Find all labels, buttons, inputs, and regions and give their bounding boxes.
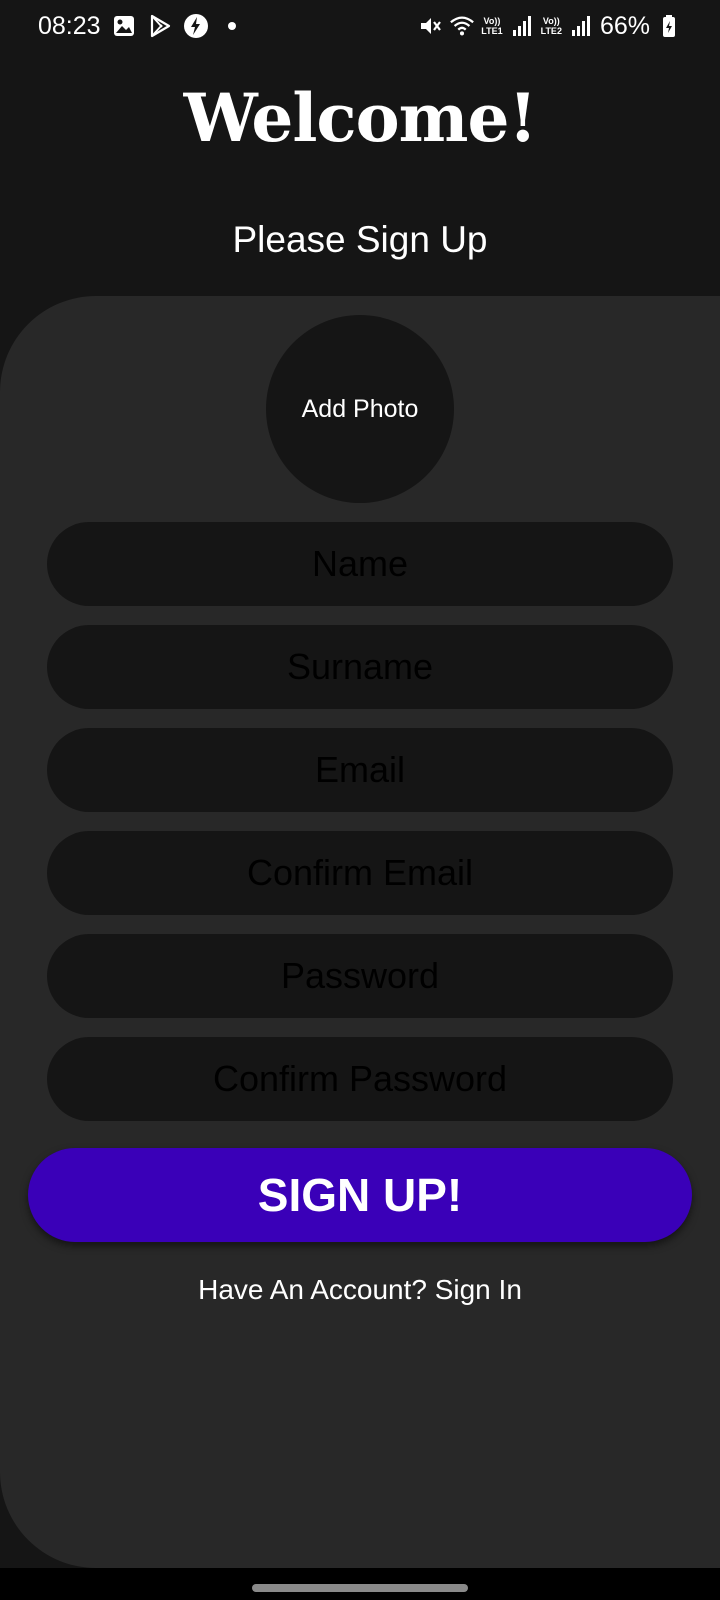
sim1-network: LTE1 xyxy=(481,26,503,36)
signal-icon xyxy=(568,13,594,39)
signup-screen: 08:23 Vo)) LTE1 Vo)) LTE2 66% Welcome! P… xyxy=(0,0,720,1600)
sim1-label: Vo)) xyxy=(483,16,501,26)
email-field[interactable] xyxy=(47,728,673,812)
wifi-icon xyxy=(449,13,475,39)
home-gesture-handle[interactable] xyxy=(252,1584,468,1592)
mute-icon xyxy=(417,13,443,39)
status-time: 08:23 xyxy=(38,12,101,40)
bolt-icon xyxy=(183,13,209,39)
password-field[interactable] xyxy=(47,934,673,1018)
sim2-label: Vo)) xyxy=(542,16,560,26)
surname-field[interactable] xyxy=(47,625,673,709)
status-left: 08:23 xyxy=(38,10,245,42)
add-photo-label: Add Photo xyxy=(301,394,419,423)
page-subtitle: Please Sign Up xyxy=(232,219,488,260)
page-title: Welcome! xyxy=(183,79,538,157)
dot-icon xyxy=(219,13,245,39)
signal-icon xyxy=(509,13,535,39)
sign-up-button[interactable]: SIGN UP! xyxy=(28,1148,692,1242)
play-store-icon xyxy=(147,13,173,39)
confirm-email-field[interactable] xyxy=(47,831,673,915)
status-bar: 08:23 Vo)) LTE1 Vo)) LTE2 66% xyxy=(0,0,720,54)
sim2-network: LTE2 xyxy=(540,26,562,36)
status-right: Vo)) LTE1 Vo)) LTE2 66% xyxy=(417,10,682,42)
add-photo-button[interactable]: Add Photo xyxy=(266,315,454,503)
confirm-password-field[interactable] xyxy=(47,1037,673,1121)
battery-percent: 66% xyxy=(599,12,650,40)
sim2-indicator: Vo)) LTE2 xyxy=(541,16,562,36)
name-field[interactable] xyxy=(47,522,673,606)
sim1-indicator: Vo)) LTE1 xyxy=(481,16,502,36)
gallery-icon xyxy=(111,13,137,39)
battery-icon xyxy=(656,13,682,39)
sign-in-link[interactable]: Have An Account? Sign In xyxy=(0,1272,720,1308)
